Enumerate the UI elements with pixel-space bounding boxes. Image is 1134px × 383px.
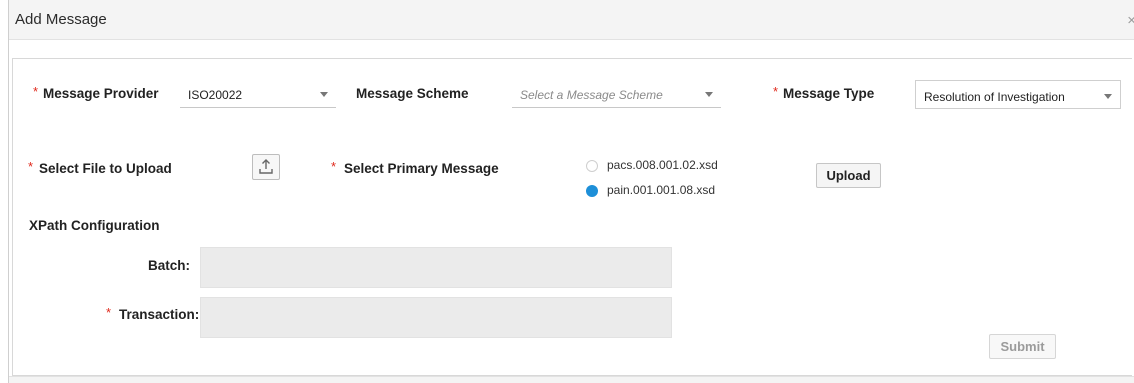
transaction-field[interactable]: [200, 297, 672, 338]
radio-label-pain: pain.001.001.08.xsd: [607, 183, 716, 197]
required-marker: *: [106, 305, 112, 320]
dialog-left-border: [8, 0, 9, 383]
transaction-label: Transaction:: [119, 307, 200, 322]
radio-pacs[interactable]: [586, 160, 598, 172]
chevron-down-icon: [1104, 94, 1112, 99]
message-provider-label: Message Provider: [43, 86, 159, 101]
chevron-down-icon: [705, 92, 713, 97]
dialog-header: Add Message ×: [9, 0, 1134, 40]
required-marker: *: [28, 159, 34, 174]
radio-label-pacs: pacs.008.001.02.xsd: [607, 158, 718, 172]
dialog-title: Add Message: [15, 11, 107, 28]
submit-button[interactable]: Submit: [989, 334, 1056, 359]
dialog-footer: [9, 376, 1134, 383]
radio-pain[interactable]: [586, 185, 598, 197]
message-scheme-placeholder: Select a Message Scheme: [520, 88, 663, 102]
required-marker: *: [33, 84, 39, 99]
required-marker: *: [331, 159, 337, 174]
upload-button[interactable]: Upload: [816, 163, 881, 188]
batch-field[interactable]: [200, 247, 672, 288]
message-type-value: Resolution of Investigation: [924, 90, 1065, 104]
chevron-down-icon: [320, 92, 328, 97]
message-type-label: Message Type: [783, 86, 875, 101]
message-scheme-select[interactable]: Select a Message Scheme: [512, 80, 721, 108]
select-underline: [180, 107, 336, 108]
required-marker: *: [773, 84, 779, 99]
message-provider-select[interactable]: ISO20022: [180, 80, 336, 108]
message-provider-value: ISO20022: [188, 88, 243, 102]
close-icon[interactable]: ×: [1127, 12, 1134, 29]
xpath-section-title: XPath Configuration: [29, 218, 160, 233]
message-type-select[interactable]: Resolution of Investigation: [915, 80, 1121, 109]
select-primary-message-label: Select Primary Message: [344, 161, 499, 176]
select-underline: [512, 107, 721, 108]
select-file-label: Select File to Upload: [39, 161, 172, 176]
batch-label: Batch:: [148, 258, 191, 273]
message-scheme-label: Message Scheme: [356, 86, 469, 101]
add-message-dialog: Add Message × * Message Provider ISO2002…: [0, 0, 1134, 383]
upload-icon: [259, 159, 273, 174]
upload-file-button[interactable]: [252, 154, 280, 180]
